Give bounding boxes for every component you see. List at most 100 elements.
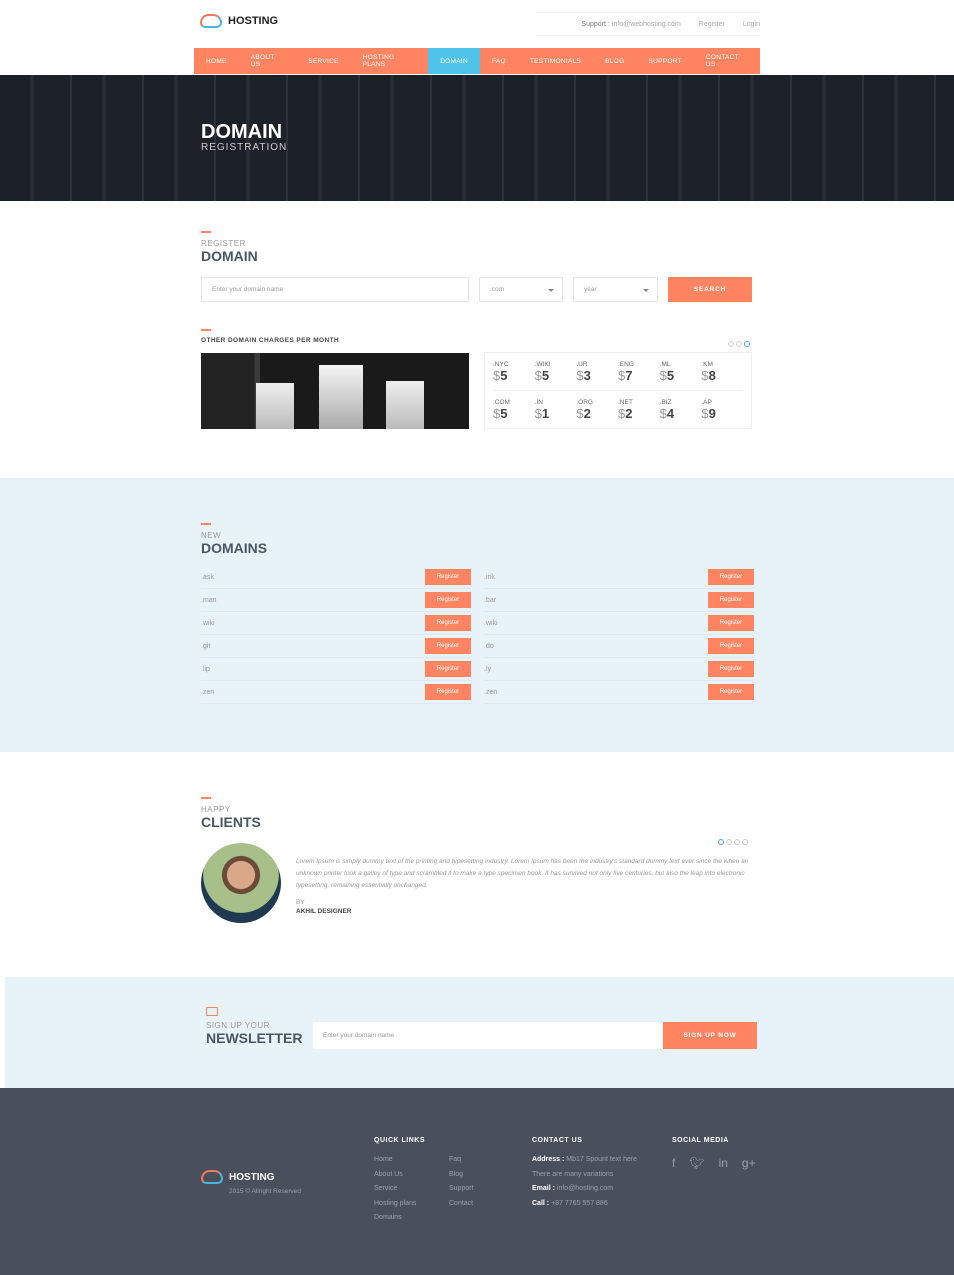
- carousel-dot-active[interactable]: [744, 341, 750, 347]
- register-button[interactable]: Register: [425, 638, 471, 654]
- support-email[interactable]: info@webhosting.com: [612, 21, 681, 28]
- footer-email[interactable]: info@hosting.com: [557, 1185, 613, 1192]
- testimonial-quote: Lorem Ipsum is simply dummy text of the …: [296, 856, 752, 916]
- footer-link[interactable]: Domains: [374, 1211, 416, 1226]
- nav-contact-us[interactable]: CONTACT US: [694, 48, 760, 74]
- new-domains-section: [0, 478, 954, 752]
- price-cell: .NET $2: [618, 391, 660, 429]
- client-avatar: [201, 843, 281, 923]
- tld-label: .NYC: [493, 361, 509, 368]
- logo[interactable]: HOSTING: [200, 14, 278, 28]
- servers-image: [201, 353, 469, 429]
- price-cell: .KM $8: [701, 353, 743, 391]
- linkedin-icon[interactable]: in: [719, 1156, 728, 1170]
- price-value: $7: [618, 368, 633, 383]
- tld-select[interactable]: .com: [479, 277, 563, 302]
- register-button[interactable]: Register: [708, 615, 754, 631]
- newsletter-email-input[interactable]: Enter your domain name: [313, 1022, 663, 1049]
- domain-name: .zen: [201, 688, 215, 696]
- cloud-icon: [201, 1170, 223, 1184]
- nav-domain[interactable]: DOMAIN: [428, 48, 480, 74]
- register-button[interactable]: Register: [425, 592, 471, 608]
- price-value: $3: [576, 368, 591, 383]
- footer-link[interactable]: Faq: [449, 1153, 474, 1168]
- price-value: $2: [576, 405, 591, 421]
- register-button[interactable]: Register: [425, 661, 471, 677]
- page-subtitle: REGISTRATION: [201, 142, 288, 153]
- carousel-dot[interactable]: [734, 839, 740, 845]
- domain-name: .git: [201, 642, 211, 650]
- price-value: $5: [493, 368, 508, 383]
- footer-link[interactable]: Hosting plans: [374, 1197, 416, 1212]
- nav-about-us[interactable]: ABOUT US: [239, 48, 297, 74]
- footer-link[interactable]: Contact: [449, 1197, 474, 1212]
- period-select[interactable]: year: [573, 277, 658, 302]
- carousel-dot[interactable]: [728, 341, 734, 347]
- nav-support[interactable]: SUPPORT: [636, 48, 693, 74]
- tld-label: .ORG: [576, 398, 593, 406]
- carousel-dot[interactable]: [742, 839, 748, 845]
- register-button[interactable]: Register: [425, 569, 471, 585]
- register-button[interactable]: Register: [708, 592, 754, 608]
- nav-home[interactable]: HOME: [194, 48, 239, 74]
- domain-prices-table: .NYC $5 .WIKI $5 .UR $3 .ENG $7 .ML $5 .KM $8 .COM $5…: [484, 352, 752, 429]
- envelope-icon: [206, 1007, 218, 1016]
- footer-link[interactable]: About Us: [374, 1168, 416, 1183]
- domain-row: .zen Register: [201, 681, 471, 704]
- domain-name: .ink: [484, 573, 495, 581]
- tld-label: .IN: [534, 398, 543, 406]
- price-value: $8: [701, 368, 716, 383]
- carousel-dot[interactable]: [726, 839, 732, 845]
- price-cell: .IN $1: [535, 391, 577, 429]
- tld-label: .AP: [701, 398, 712, 406]
- domain-row: .wiki Register: [484, 612, 754, 635]
- price-cell: .ORG $2: [576, 391, 618, 429]
- footer: HOSTING 2015 © Allright Reserved QUICK L…: [0, 1088, 954, 1275]
- domain-name: .ly: [484, 665, 491, 673]
- tld-label: .BIZ: [659, 398, 672, 406]
- footer-link[interactable]: Support: [449, 1182, 474, 1197]
- cloud-icon: [200, 14, 222, 28]
- register-button[interactable]: Register: [425, 684, 471, 700]
- price-cell: .WIKI $5: [534, 353, 577, 391]
- sign-up-button[interactable]: SIGN UP NOW: [663, 1022, 757, 1049]
- domain-row: .ink Register: [484, 566, 754, 589]
- register-link[interactable]: Register: [699, 21, 725, 28]
- search-button[interactable]: SEARCH: [668, 277, 752, 302]
- register-button[interactable]: Register: [708, 661, 754, 677]
- footer-link[interactable]: Blog: [449, 1168, 474, 1183]
- price-cell: .AP $9: [701, 391, 743, 429]
- carousel-dot-active[interactable]: [718, 839, 724, 845]
- footer-link[interactable]: Service: [374, 1182, 416, 1197]
- tld-label: .NET: [618, 398, 633, 406]
- register-button[interactable]: Register: [708, 638, 754, 654]
- register-button[interactable]: Register: [708, 569, 754, 585]
- login-link[interactable]: Login: [743, 21, 760, 28]
- domain-row: .ask Register: [201, 566, 471, 589]
- price-cell: .COM $5: [493, 391, 535, 429]
- domain-row: .zen Register: [484, 681, 754, 704]
- testimonial-author: AKHIL DESIGNER: [296, 908, 352, 915]
- twitter-icon[interactable]: 🐦︎: [689, 1156, 704, 1170]
- carousel-dot[interactable]: [736, 341, 742, 347]
- nav-service[interactable]: SERVICE: [296, 48, 351, 74]
- facebook-icon[interactable]: f: [672, 1156, 675, 1170]
- nav-faq[interactable]: FAQ: [480, 48, 518, 74]
- google-plus-icon[interactable]: g+: [742, 1156, 756, 1170]
- footer-logo[interactable]: HOSTING: [201, 1170, 275, 1184]
- register-button[interactable]: Register: [425, 615, 471, 631]
- top-links: Support : info@webhosting.com Register L…: [536, 12, 760, 36]
- price-value: $5: [534, 368, 550, 383]
- price-cell: .ML $5: [659, 353, 702, 391]
- register-heading: REGISTER DOMAIN: [201, 231, 258, 264]
- register-button[interactable]: Register: [708, 684, 754, 700]
- tld-label: .KM: [701, 361, 713, 368]
- nav-blog[interactable]: BLOG: [593, 48, 636, 74]
- footer-link[interactable]: Home: [374, 1153, 416, 1168]
- contact-info: Address : Mb17 Spount text here There ar…: [532, 1156, 638, 1207]
- nav-hosting-plans[interactable]: HOSTING PLANS: [351, 48, 428, 74]
- domain-row: .do Register: [484, 635, 754, 658]
- nav-testimonials[interactable]: TESTIMONIALS: [518, 48, 593, 74]
- price-cell: .BIZ $4: [660, 391, 702, 429]
- domain-search-input[interactable]: Enter your domain name: [201, 277, 469, 302]
